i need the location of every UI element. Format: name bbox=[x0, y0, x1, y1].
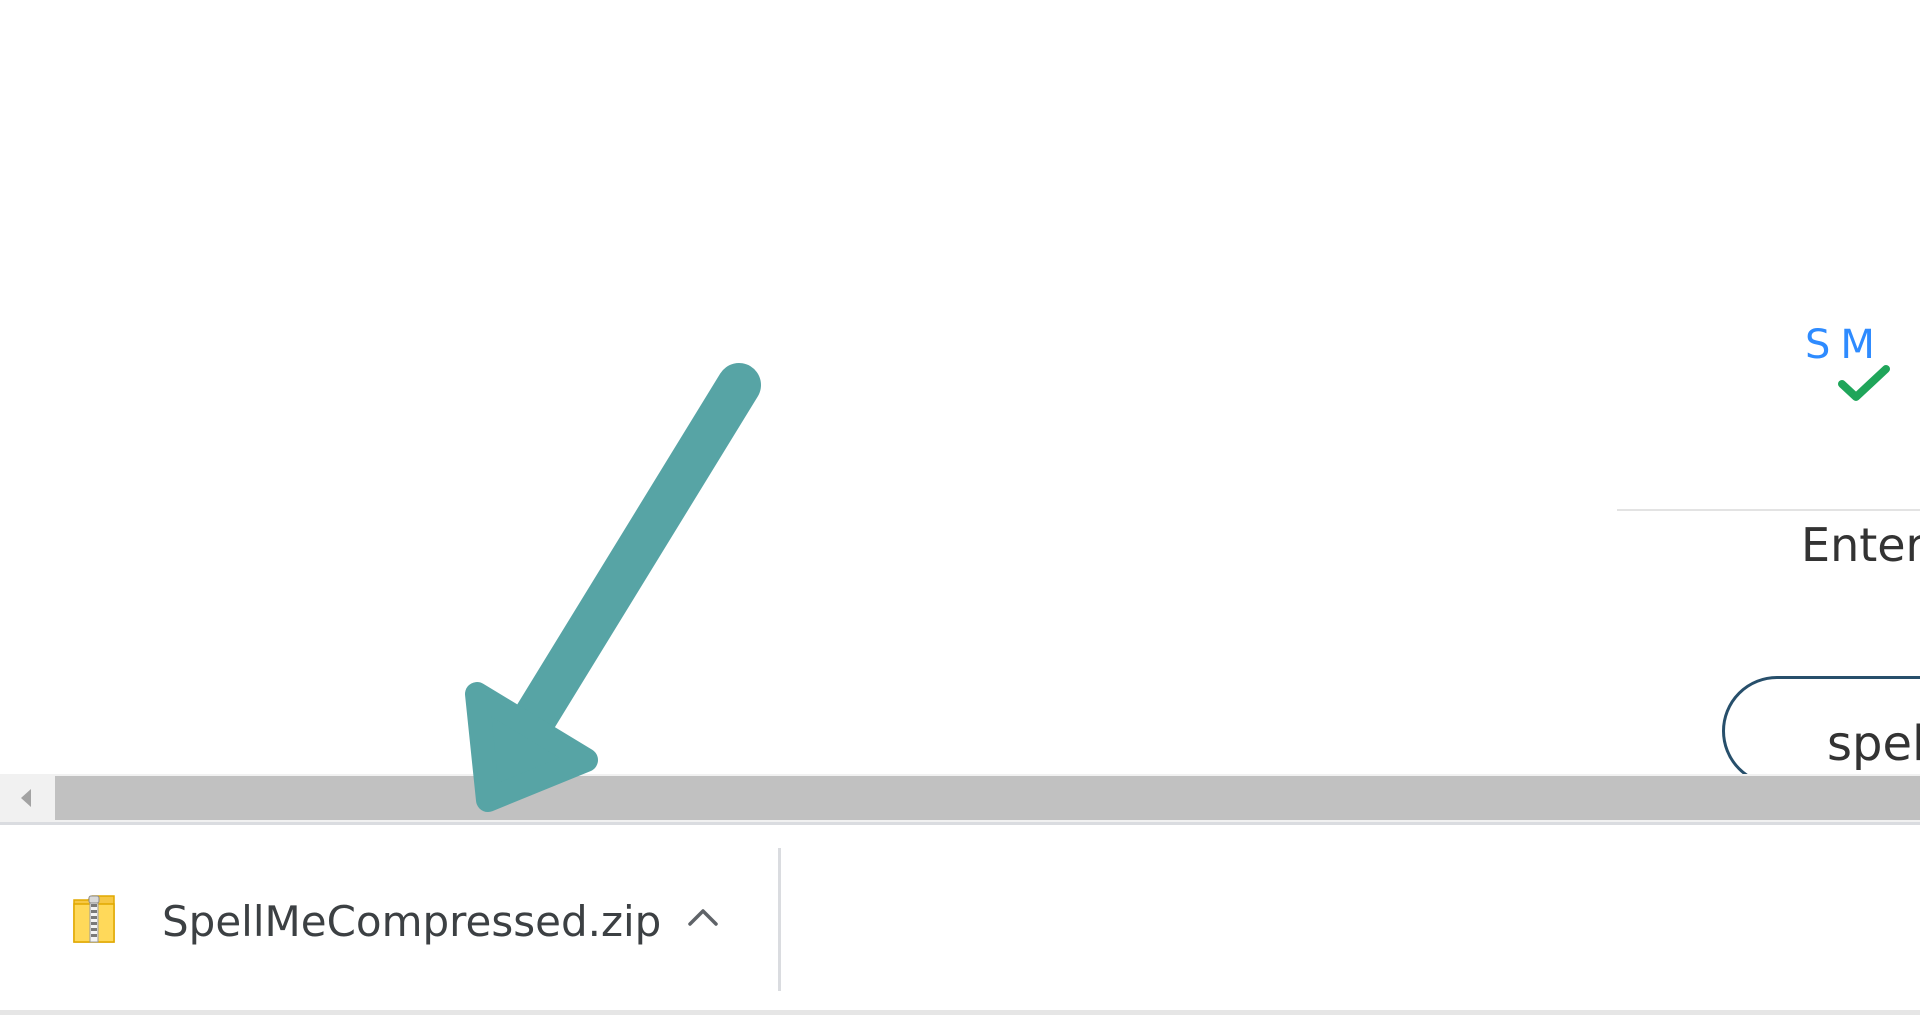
page-content: SM Enter spel bbox=[0, 0, 1920, 774]
scroll-left-arrow-icon[interactable] bbox=[0, 774, 52, 822]
shelf-bottom-border bbox=[0, 1010, 1920, 1015]
chevron-up-icon[interactable] bbox=[686, 906, 720, 928]
logo-letter-s: S bbox=[1805, 322, 1841, 368]
header-divider bbox=[1617, 509, 1920, 511]
download-file-name[interactable]: SpellMeCompressed.zip bbox=[162, 897, 661, 946]
check-icon bbox=[1838, 365, 1890, 401]
logo-letter-m: M bbox=[1840, 322, 1885, 368]
download-shelf: SpellMeCompressed.zip bbox=[0, 825, 1920, 1015]
spellme-logo[interactable]: SM bbox=[1800, 322, 1900, 402]
scrollbar-thumb[interactable] bbox=[55, 776, 1920, 820]
zip-file-icon bbox=[73, 895, 115, 943]
horizontal-scrollbar[interactable] bbox=[0, 774, 1920, 822]
word-input-value[interactable]: spel bbox=[1827, 716, 1920, 772]
instruction-text: Enter bbox=[1801, 518, 1920, 572]
shelf-separator bbox=[778, 848, 781, 991]
download-item[interactable]: SpellMeCompressed.zip bbox=[0, 825, 780, 1010]
